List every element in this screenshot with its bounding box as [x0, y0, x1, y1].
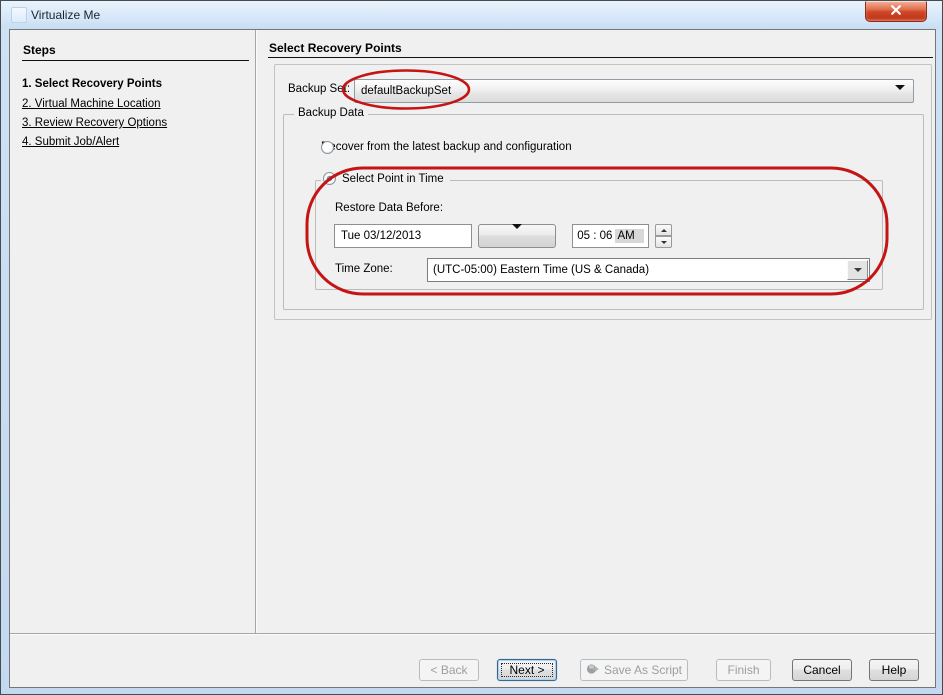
- help-button-label: Help: [882, 663, 907, 677]
- restore-date-value: Tue 03/12/2013: [341, 230, 421, 242]
- recover-latest-radio[interactable]: [321, 141, 334, 154]
- dialog-client-area: Steps 1. Select Recovery Points 2. Virtu…: [9, 29, 936, 688]
- step-1-select-recovery-points: 1. Select Recovery Points: [22, 78, 162, 90]
- backup-data-legend: Backup Data: [294, 107, 368, 119]
- save-script-icon: [586, 663, 599, 678]
- chevron-down-icon: [854, 268, 862, 272]
- steps-header: Steps: [23, 43, 56, 57]
- backup-set-combobox[interactable]: defaultBackupSet: [354, 79, 914, 103]
- chevron-down-icon: [512, 229, 522, 243]
- select-point-in-time-radio[interactable]: [323, 172, 336, 185]
- panel-divider-highlight: [256, 30, 257, 634]
- time-zone-label: Time Zone:: [335, 263, 393, 275]
- restore-data-before-label: Restore Data Before:: [335, 202, 443, 214]
- time-zone-combobox[interactable]: (UTC-05:00) Eastern Time (US & Canada): [427, 258, 870, 282]
- step-2-virtual-machine-location[interactable]: 2. Virtual Machine Location: [22, 98, 161, 110]
- recover-latest-radio-row[interactable]: Recover from the latest backup and confi…: [321, 141, 572, 153]
- arrow-down-icon: [661, 241, 667, 244]
- window-title: Virtualize Me: [31, 8, 100, 22]
- cancel-button[interactable]: Cancel: [792, 659, 852, 681]
- save-as-script-label: Save As Script: [604, 663, 682, 677]
- back-button-label: < Back: [430, 663, 467, 677]
- restore-date-input[interactable]: Tue 03/12/2013: [334, 224, 472, 248]
- time-zone-dropdown-button[interactable]: [847, 260, 868, 280]
- chevron-down-icon: [895, 90, 905, 102]
- app-icon: [11, 7, 27, 23]
- virtualize-me-dialog: Virtualize Me Steps 1. Select Recovery P…: [0, 0, 943, 695]
- date-dropdown-button[interactable]: [478, 224, 556, 248]
- recover-latest-label: Recover from the latest backup and confi…: [321, 141, 572, 153]
- button-bar-separator-highlight: [10, 634, 935, 635]
- backup-set-value: defaultBackupSet: [361, 85, 451, 97]
- title-bar[interactable]: Virtualize Me: [1, 1, 942, 29]
- finish-button[interactable]: Finish: [716, 659, 771, 681]
- next-button[interactable]: Next >: [497, 659, 557, 681]
- close-icon: [890, 4, 902, 18]
- next-button-label: Next >: [509, 663, 544, 677]
- restore-time-input[interactable]: 05 : 06 AM: [572, 224, 649, 248]
- close-button[interactable]: [865, 1, 927, 22]
- page-title-rule: [268, 57, 933, 58]
- select-point-in-time-label: Select Point in Time: [342, 173, 444, 185]
- spinner-down-button[interactable]: [655, 236, 672, 248]
- spinner-up-button[interactable]: [655, 224, 672, 236]
- step-4-submit-job-alert[interactable]: 4. Submit Job/Alert: [22, 136, 119, 148]
- restore-time-value: 05 : 06: [577, 230, 612, 242]
- time-spinner: [655, 224, 672, 248]
- cancel-button-label: Cancel: [803, 663, 840, 677]
- step-3-review-recovery-options[interactable]: 3. Review Recovery Options: [22, 117, 167, 129]
- backup-set-label: Backup Set:: [288, 83, 350, 95]
- steps-header-rule: [22, 60, 249, 61]
- point-in-time-legend[interactable]: Select Point in Time: [321, 172, 450, 185]
- arrow-up-icon: [661, 229, 667, 232]
- meridiem-segment[interactable]: AM: [615, 229, 643, 243]
- back-button[interactable]: < Back: [419, 659, 479, 681]
- page-title: Select Recovery Points: [269, 41, 402, 55]
- save-as-script-button[interactable]: Save As Script: [580, 659, 688, 681]
- time-zone-value: (UTC-05:00) Eastern Time (US & Canada): [433, 264, 649, 276]
- finish-button-label: Finish: [727, 663, 759, 677]
- help-button[interactable]: Help: [869, 659, 919, 681]
